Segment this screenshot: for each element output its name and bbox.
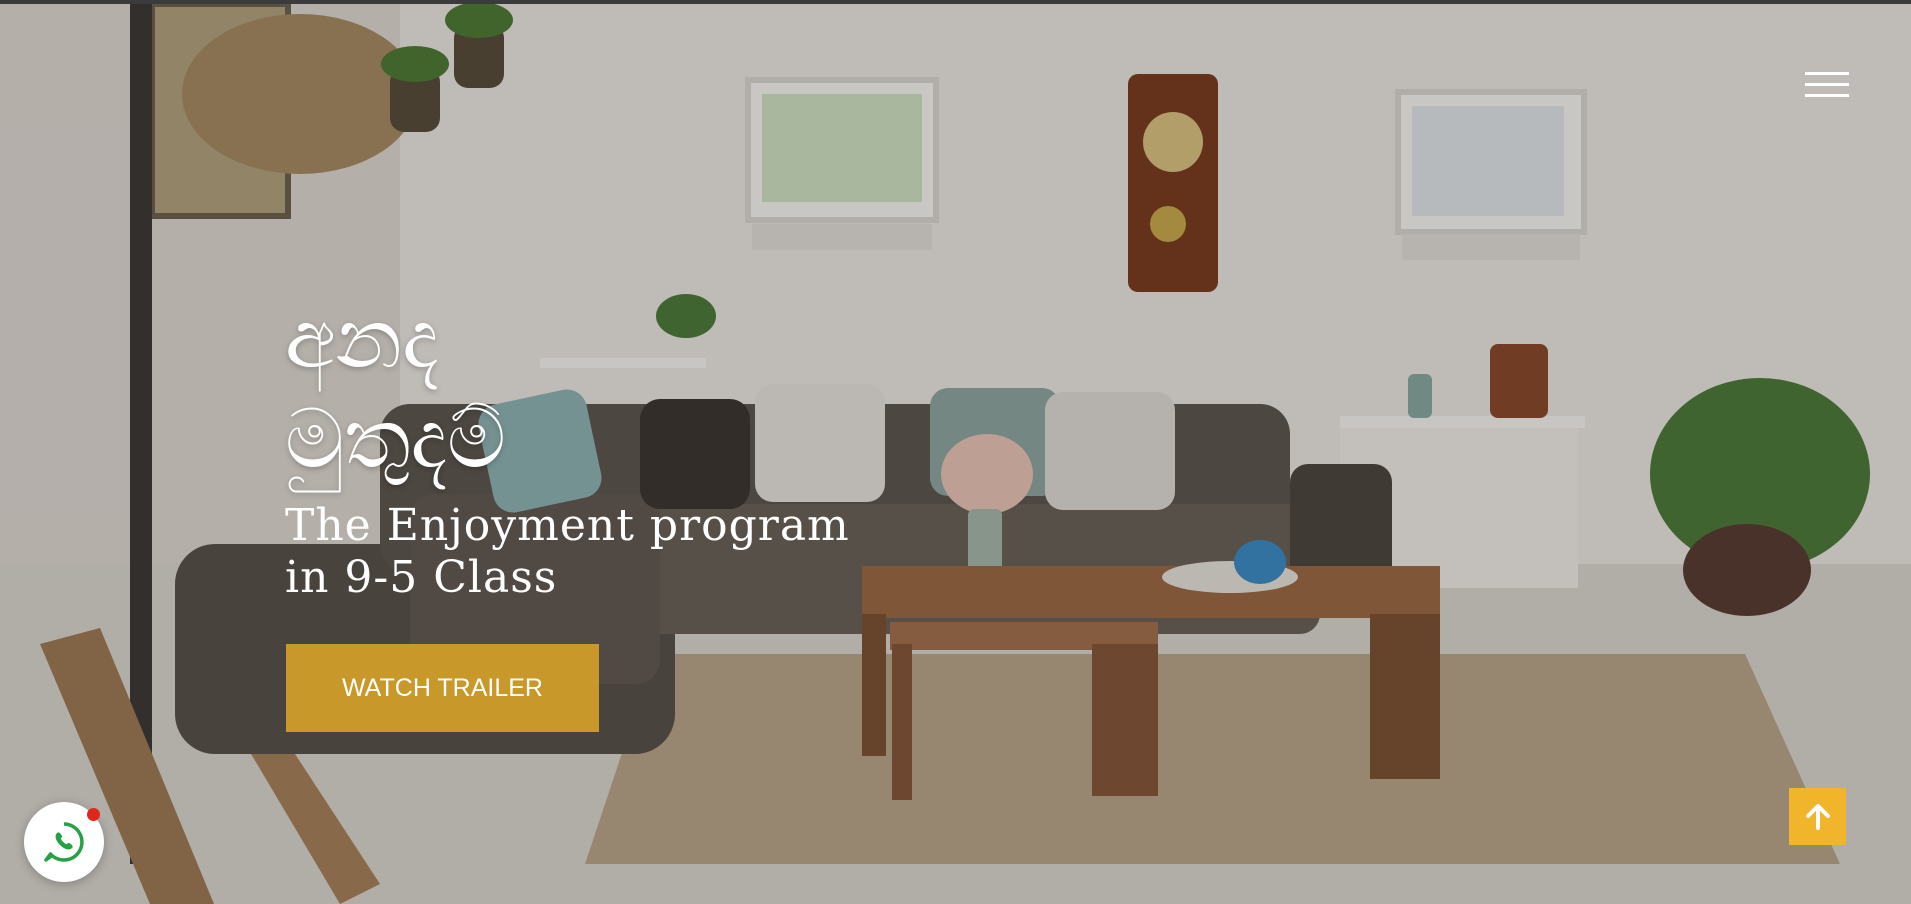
menu-bar-2	[1805, 83, 1849, 86]
watch-trailer-button[interactable]: WATCH TRAILER	[286, 644, 599, 732]
hero-subtitle: The Enjoyment program in 9-5 Class	[285, 500, 850, 603]
hero-title: අනද මුතුදම්	[285, 292, 506, 487]
hero-section: අනද මුතුදම් The Enjoyment program in 9-5…	[0, 4, 1911, 904]
arrow-up-icon	[1806, 804, 1830, 830]
whatsapp-icon	[44, 822, 84, 862]
menu-bar-1	[1805, 72, 1849, 75]
whatsapp-button[interactable]	[24, 802, 104, 882]
notification-dot	[87, 808, 100, 821]
menu-bar-3	[1805, 94, 1849, 97]
scroll-to-top-button[interactable]	[1789, 788, 1846, 845]
hamburger-menu-icon[interactable]	[1805, 72, 1849, 102]
top-border	[0, 0, 1911, 4]
